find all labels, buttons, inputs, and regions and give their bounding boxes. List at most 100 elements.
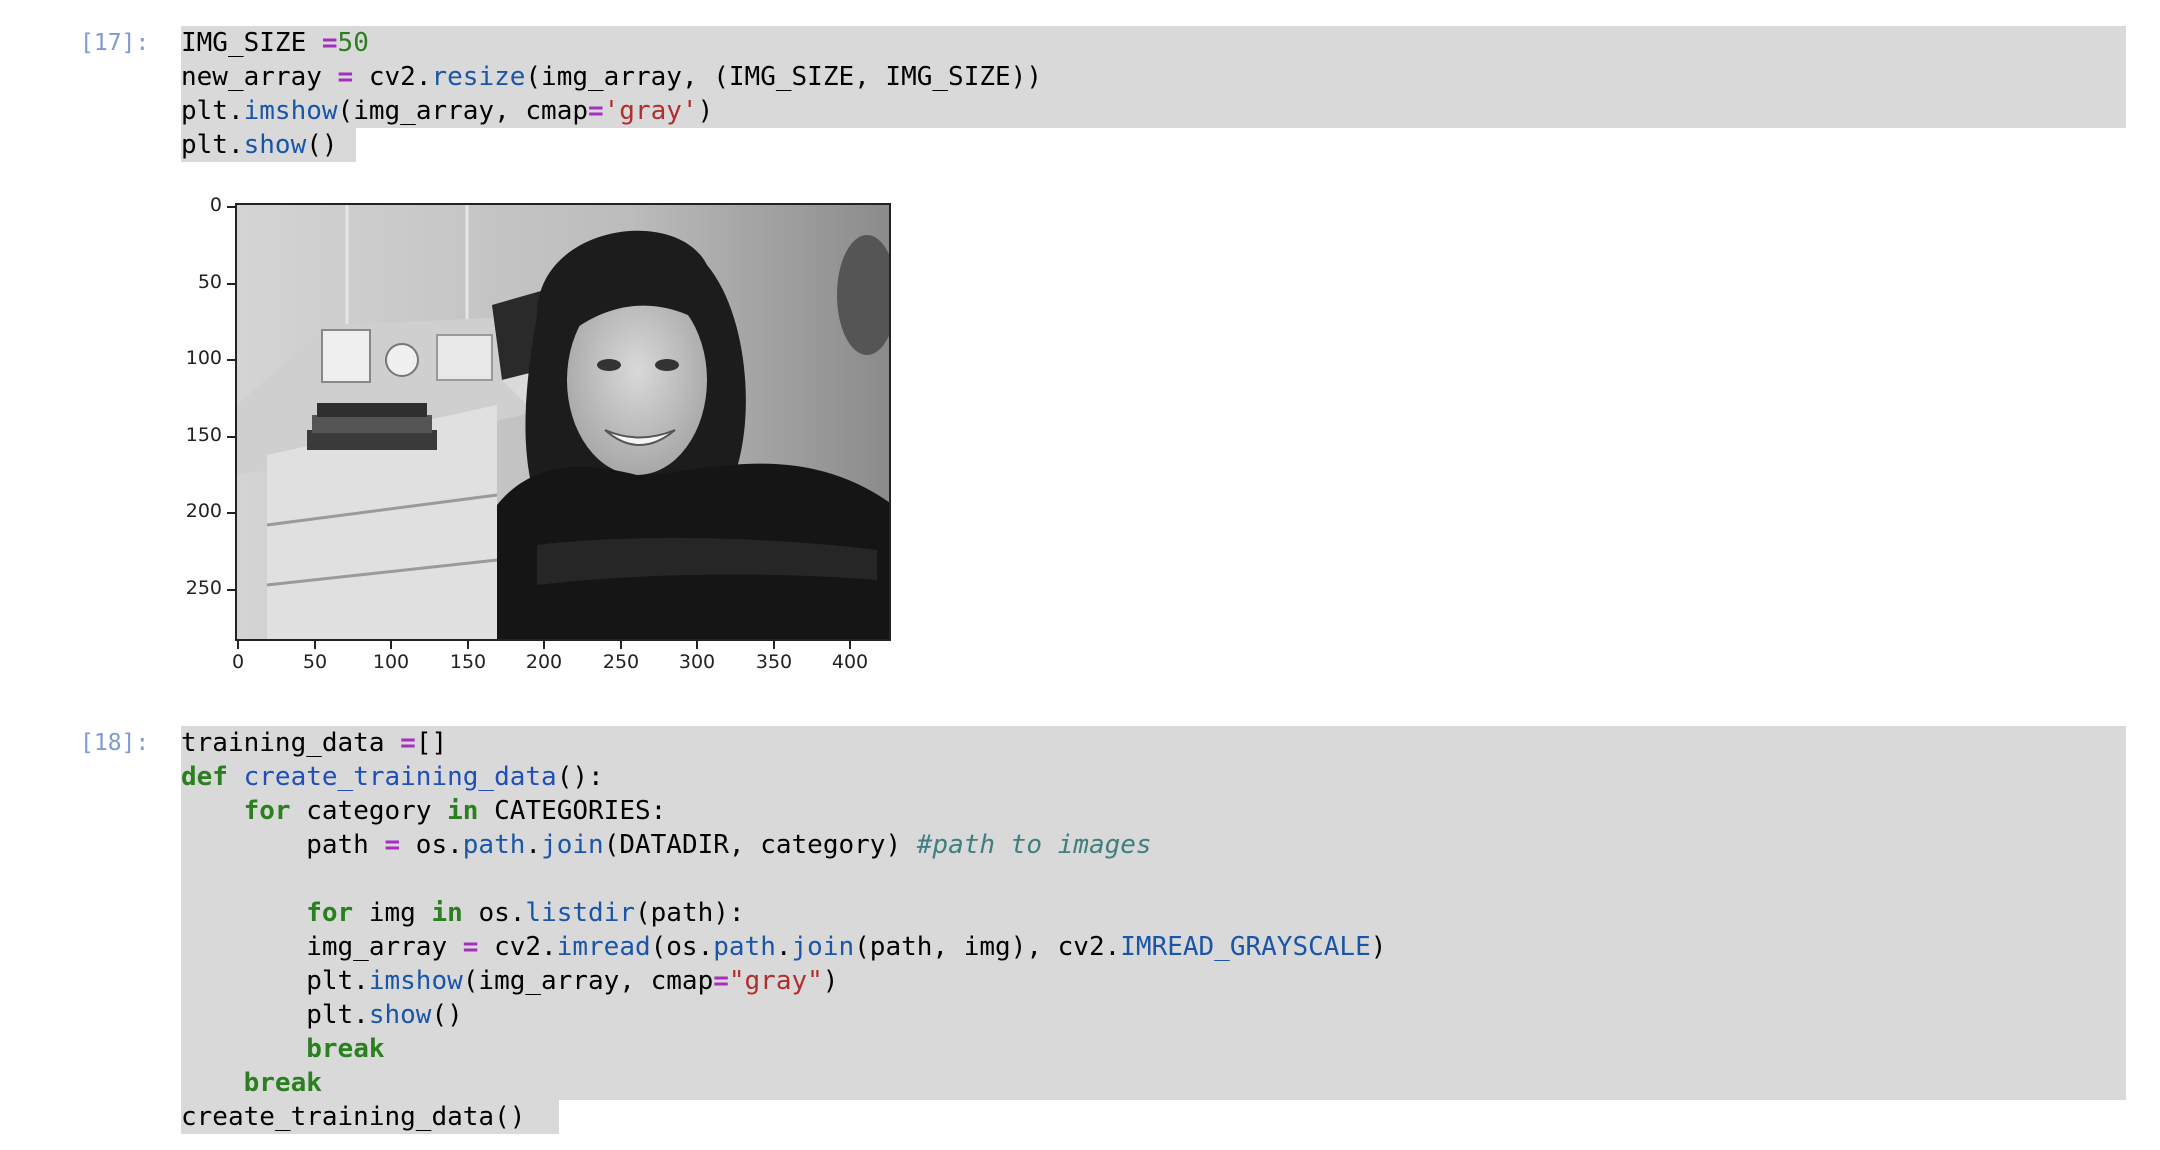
x-tick-label: 250 [602, 651, 640, 673]
code-token: (img_array, (IMG_SIZE, IMG_SIZE)) [525, 62, 1042, 92]
x-tick [543, 641, 545, 649]
code-token: "gray" [728, 966, 823, 996]
x-tick-label: 200 [525, 651, 563, 673]
code-token: path [181, 830, 385, 860]
code-token: () [431, 1000, 463, 1030]
code-token: create_training_data [243, 762, 557, 792]
code-token: imread [556, 932, 651, 962]
code-token: = [321, 28, 338, 58]
code-line: break [181, 1066, 2126, 1100]
code-token: = [462, 932, 479, 962]
code-token: os. [462, 898, 526, 928]
y-tick [227, 512, 235, 514]
y-tick [227, 359, 235, 361]
x-tick-label: 150 [449, 651, 487, 673]
code-token: cv2. [478, 932, 557, 962]
code-line: plt.show() [181, 128, 2126, 162]
code-token: IMREAD_GRAYSCALE [1120, 932, 1371, 962]
code-token: imshow [368, 966, 463, 996]
code-token: () [306, 130, 338, 160]
code-token: = [713, 966, 729, 996]
code-token: plt. [181, 130, 244, 160]
code-line: training_data =[] [181, 726, 2126, 760]
code-token: img_array [181, 932, 463, 962]
code-token: img [353, 898, 432, 928]
code-token: (): [556, 762, 604, 792]
x-tick-label: 50 [302, 651, 328, 673]
x-tick [390, 641, 392, 649]
code-line: plt.show() [181, 998, 2126, 1032]
code-token: ) [822, 966, 839, 996]
code-line [181, 862, 2126, 896]
code-line: for category in CATEGORIES: [181, 794, 2126, 828]
y-tick-label: 200 [185, 500, 222, 522]
code-token: resize [431, 62, 526, 92]
code-token: join [791, 932, 855, 962]
code-token: (path): [635, 898, 745, 928]
code-token: in [447, 796, 479, 826]
code-line: create_training_data() [181, 1100, 2126, 1134]
code-token: = [337, 62, 354, 92]
code-token: (os. [650, 932, 714, 962]
code-token: = [588, 96, 604, 126]
code-line: img_array = cv2.imread(os.path.join(path… [181, 930, 2126, 964]
code-token: imshow [243, 96, 338, 126]
y-tick-label: 150 [185, 424, 222, 446]
code-token: (DATADIR, category) [603, 830, 917, 860]
grayscale-portrait-image [237, 205, 889, 639]
x-tick [696, 641, 698, 649]
code-token: category [290, 796, 448, 826]
code-token: create_training_data() [181, 1102, 526, 1132]
code-token: break [306, 1034, 385, 1064]
code-editor[interactable]: training_data =[] def create_training_da… [181, 726, 2126, 1134]
x-tick-label: 300 [678, 651, 716, 673]
code-token: = [384, 830, 401, 860]
code-token: in [431, 898, 463, 928]
cell-prompt: [17]: [80, 30, 150, 56]
code-token: os. [400, 830, 463, 860]
code-token: CATEGORIES: [478, 796, 667, 826]
x-tick [620, 641, 622, 649]
code-token: (img_array, cmap [337, 96, 588, 126]
code-token: [] [415, 728, 448, 758]
y-tick-label: 250 [185, 577, 222, 599]
x-tick-label: 0 [231, 651, 245, 673]
code-line: break [181, 1032, 2126, 1066]
code-token: = [400, 728, 416, 758]
x-tick-label: 400 [831, 651, 869, 673]
code-token: cv2. [353, 62, 432, 92]
code-token: break [243, 1068, 322, 1098]
code-token: listdir [525, 898, 635, 928]
code-token: def [181, 762, 228, 792]
code-token: IMG_SIZE [181, 28, 322, 58]
code-token: plt. [181, 96, 244, 126]
code-token: ) [697, 96, 714, 126]
code-token: . [525, 830, 542, 860]
code-token: (path, img), cv2. [854, 932, 1121, 962]
x-tick [314, 641, 316, 649]
code-token: for [243, 796, 291, 826]
code-line: new_array = cv2.resize(img_array, (IMG_S… [181, 60, 2126, 94]
code-token: ) [1370, 932, 1387, 962]
x-tick [467, 641, 469, 649]
x-tick-label: 350 [755, 651, 793, 673]
cell-prompt: [18]: [80, 730, 150, 756]
code-token: show [243, 130, 307, 160]
code-token: #path to images [916, 830, 1152, 860]
code-line: IMG_SIZE =50 [181, 26, 2126, 60]
image-plot [235, 203, 891, 641]
code-token: 'gray' [603, 96, 698, 126]
code-token: new_array [181, 62, 338, 92]
code-token: 50 [337, 28, 369, 58]
code-token: . [775, 932, 792, 962]
y-tick-label: 100 [185, 347, 222, 369]
y-tick [227, 206, 235, 208]
code-token: plt. [181, 1000, 369, 1030]
code-token: (img_array, cmap [462, 966, 714, 996]
code-token: training_data [181, 728, 401, 758]
code-editor[interactable]: IMG_SIZE =50 new_array = cv2.resize(img_… [181, 26, 2126, 162]
code-token: plt. [181, 966, 369, 996]
